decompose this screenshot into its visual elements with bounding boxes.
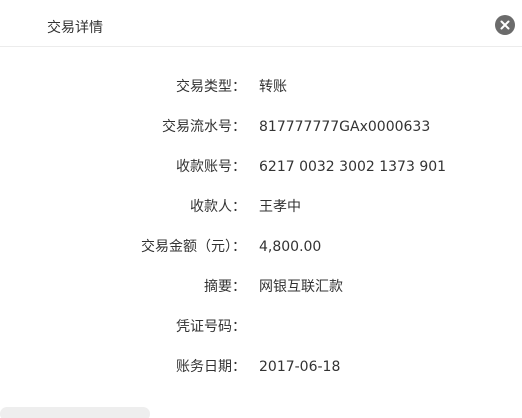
detail-value: 2017-06-18: [259, 359, 341, 375]
detail-value: 王孝中: [259, 199, 301, 215]
detail-row-payee-name: 收款人： 王孝中: [0, 194, 522, 234]
detail-label: 凭证号码：: [176, 319, 246, 335]
detail-list: 交易类型： 转账 交易流水号： 817777777GAx0000633 收款账号…: [0, 74, 522, 394]
detail-row-accounting-date: 账务日期： 2017-06-18: [0, 354, 522, 394]
detail-label: 交易金额（元）：: [141, 239, 246, 255]
dialog-title: 交易详情: [47, 20, 103, 36]
detail-row-payee-account: 收款账号： 6217 0032 3002 1373 901: [0, 154, 522, 194]
close-button[interactable]: [495, 15, 515, 35]
detail-row-summary: 摘要： 网银互联汇款: [0, 274, 522, 314]
detail-value: 6217 0032 3002 1373 901: [259, 159, 447, 175]
dialog-header: 交易详情: [0, 0, 522, 47]
close-icon: [500, 20, 510, 30]
detail-label: 交易类型：: [176, 79, 246, 95]
detail-label: 收款人：: [190, 199, 246, 215]
detail-row-amount: 交易金额（元）： 4,800.00: [0, 234, 522, 274]
detail-label: 交易流水号：: [162, 119, 246, 135]
detail-value: 转账: [259, 79, 287, 95]
detail-row-serial-number: 交易流水号： 817777777GAx0000633: [0, 114, 522, 154]
transaction-detail-dialog: 交易详情 交易类型： 转账 交易流水号： 817777777GAx0000633…: [0, 0, 522, 418]
detail-label: 收款账号：: [176, 159, 246, 175]
detail-row-transaction-type: 交易类型： 转账: [0, 74, 522, 114]
detail-label: 账务日期：: [176, 359, 246, 375]
detail-row-voucher-number: 凭证号码：: [0, 314, 522, 354]
detail-value: 817777777GAx0000633: [259, 119, 431, 135]
detail-label: 摘要：: [204, 279, 246, 295]
detail-value: 网银互联汇款: [259, 279, 343, 295]
detail-value: 4,800.00: [259, 239, 322, 255]
footer-button-edge: [0, 407, 150, 418]
